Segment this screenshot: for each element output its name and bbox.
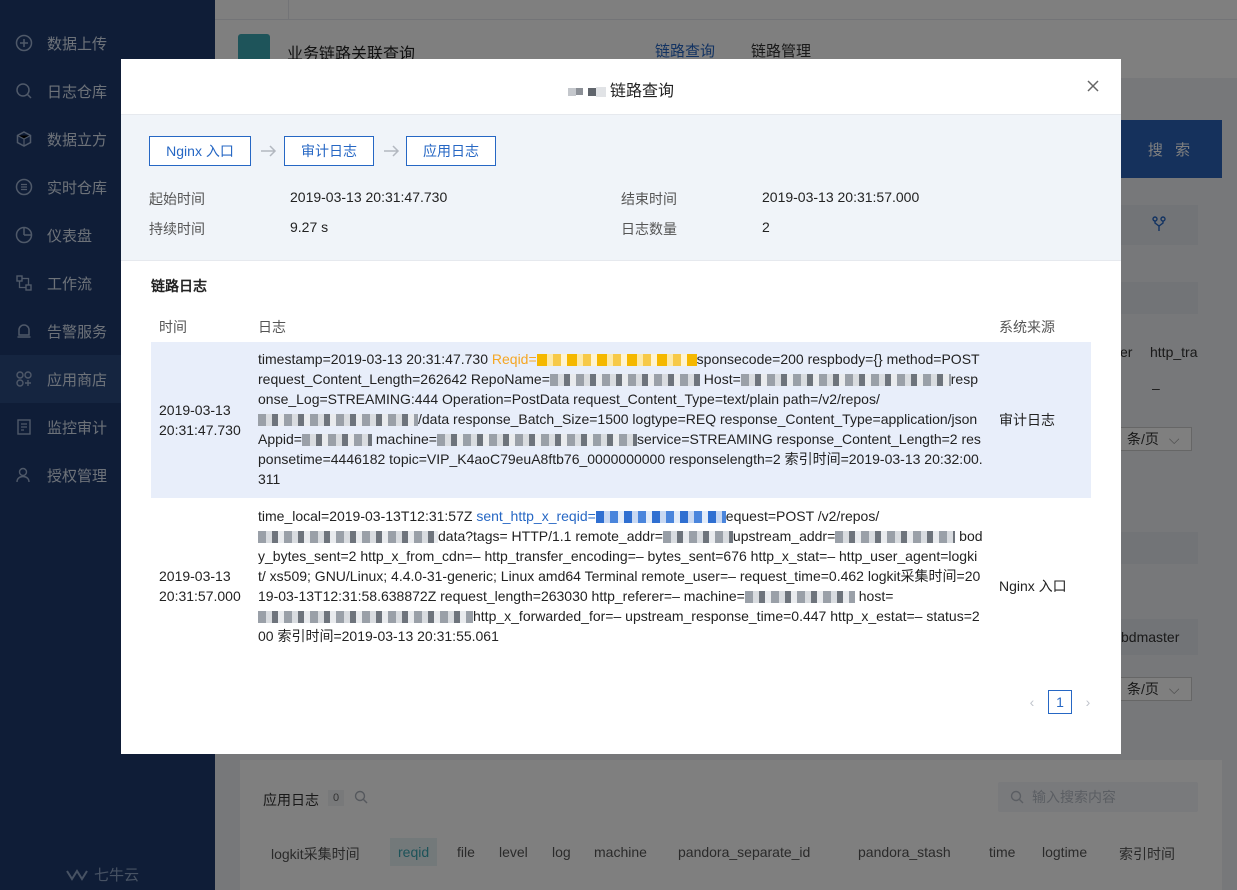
log-count-label: 日志数量 (621, 221, 677, 237)
step-nginx-entry[interactable]: Nginx 入口 (149, 136, 251, 166)
redacted-block (567, 87, 576, 96)
step-app-log[interactable]: 应用日志 (406, 136, 496, 166)
end-time-label: 结束时间 (621, 191, 677, 207)
row-time: 2019-03-13 20:31:57.000 (159, 566, 254, 606)
log-reqid-highlight: sent_http_x_reqid= (476, 508, 596, 524)
row-clock: 20:31:57.000 (159, 588, 241, 604)
end-time-value: 2019-03-13 20:31:57.000 (762, 189, 920, 205)
close-icon (1087, 80, 1099, 92)
redacted-block (258, 531, 438, 544)
duration-label: 持续时间 (149, 221, 205, 237)
redacted-block (587, 87, 596, 96)
redacted-block (258, 611, 473, 624)
log-count-value: 2 (762, 219, 770, 235)
log-text: host= (854, 588, 894, 604)
arrow-right-icon (383, 143, 401, 159)
redacted-block (575, 88, 583, 96)
link-summary-panel: Nginx 入口 审计日志 应用日志 起始时间 2019-03-13 20:31… (121, 114, 1121, 261)
chevron-left-icon[interactable]: ‹ (1025, 694, 1039, 710)
row-source: Nginx 入口 (999, 578, 1067, 594)
column-header-source: 系统来源 (999, 319, 1055, 335)
row-log-content: timestamp=2019-03-13 20:31:47.730 Reqid=… (258, 349, 983, 489)
modal-title-text: 链路查询 (609, 83, 674, 100)
step-audit-log[interactable]: 审计日志 (284, 136, 374, 166)
duration-value: 9.27 s (290, 219, 329, 235)
log-text: time_local=2019-03-13T12:31:57Z (258, 508, 477, 524)
redacted-block (662, 531, 733, 544)
chevron-right-icon[interactable]: › (1081, 694, 1095, 710)
table-row[interactable]: 2019-03-13 20:31:47.730 timestamp=2019-0… (151, 342, 1091, 498)
redacted-block (744, 591, 855, 604)
redacted-block (549, 374, 700, 387)
log-text: equest=POST /v2/repos/ (725, 508, 880, 524)
log-text: data?tags= HTTP/1.1 remote_addr= (438, 528, 663, 544)
row-log-content: time_local=2019-03-13T12:31:57Z sent_htt… (258, 506, 983, 646)
log-text: Host= (699, 371, 741, 387)
arrow-right-icon (260, 143, 278, 159)
row-date: 2019-03-13 (159, 568, 231, 584)
row-time: 2019-03-13 20:31:47.730 (159, 400, 254, 440)
log-text: timestamp=2019-03-13 20:31:47.730 (258, 351, 492, 367)
log-text: machine= (371, 431, 437, 447)
link-query-modal: 链路查询 Nginx 入口 审计日志 应用日志 起始时间 2019-03-13 … (121, 59, 1121, 754)
redacted-block (740, 374, 951, 387)
modal-title: 链路查询 (121, 77, 1121, 101)
row-clock: 20:31:47.730 (159, 422, 241, 438)
section-title: 链路日志 (151, 278, 207, 294)
page-number[interactable]: 1 (1048, 690, 1072, 714)
table-row[interactable]: 2019-03-13 20:31:57.000 time_local=2019-… (151, 498, 1091, 668)
log-text: upstream_addr= (732, 528, 836, 544)
redacted-block (301, 434, 372, 447)
redacted-block (536, 354, 697, 367)
log-reqid-highlight: Reqid= (491, 351, 537, 367)
close-button[interactable] (1085, 78, 1101, 94)
redacted-block (595, 86, 606, 97)
redacted-block (436, 434, 637, 447)
redacted-block (835, 531, 956, 544)
start-time-label: 起始时间 (149, 191, 205, 207)
row-date: 2019-03-13 (159, 402, 231, 418)
pagination: ‹ 1 › (1025, 690, 1095, 714)
redacted-block (258, 414, 418, 427)
start-time-value: 2019-03-13 20:31:47.730 (290, 189, 448, 205)
column-header-time: 时间 (159, 319, 187, 335)
redacted-block (595, 511, 726, 524)
row-source: 审计日志 (999, 412, 1055, 428)
column-header-log: 日志 (258, 319, 286, 335)
